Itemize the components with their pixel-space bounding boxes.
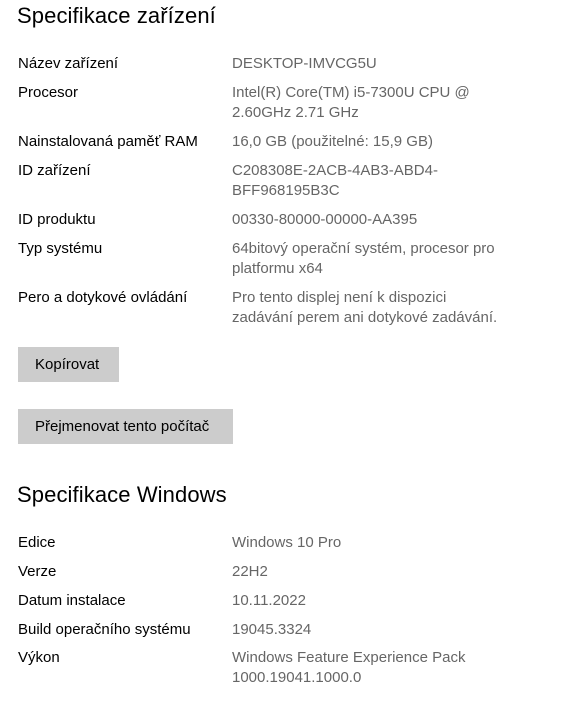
spec-row-os-build: Build operačního systému 19045.3324 bbox=[18, 620, 311, 640]
spec-value: Intel(R) Core(TM) i5-7300U CPU @ 2.60GHz… bbox=[232, 84, 470, 121]
spec-row-device-name: Název zařízení DESKTOP-IMVCG5U bbox=[18, 54, 377, 74]
device-specs-title: Specifikace zařízení bbox=[17, 3, 216, 28]
spec-value: 10.11.2022 bbox=[232, 592, 306, 609]
spec-label: Edice bbox=[18, 534, 56, 551]
spec-value: DESKTOP-IMVCG5U bbox=[232, 55, 377, 72]
spec-value: 16,0 GB (použitelné: 15,9 GB) bbox=[232, 133, 433, 150]
spec-label: Build operačního systému bbox=[18, 621, 191, 638]
spec-label: Typ systému bbox=[18, 240, 103, 257]
spec-row-processor: Procesor Intel(R) Core(TM) i5-7300U CPU … bbox=[18, 83, 470, 123]
spec-value: Windows Feature Experience Pack 1000.190… bbox=[232, 649, 466, 686]
spec-label: Název zařízení bbox=[18, 55, 119, 72]
windows-specs-title: Specifikace Windows bbox=[17, 482, 227, 507]
spec-value: 22H2 bbox=[232, 563, 268, 580]
spec-label: Datum instalace bbox=[18, 592, 126, 609]
spec-value: 64bitový operační systém, procesor pro p… bbox=[232, 240, 495, 277]
spec-row-product-id: ID produktu 00330-80000-00000-AA395 bbox=[18, 210, 417, 230]
spec-label: Verze bbox=[18, 563, 57, 580]
spec-label: Výkon bbox=[18, 649, 60, 666]
spec-label: Procesor bbox=[18, 84, 79, 101]
spec-value: Windows 10 Pro bbox=[232, 534, 342, 551]
spec-row-ram: Nainstalovaná paměť RAM 16,0 GB (použite… bbox=[18, 132, 433, 152]
spec-row-experience: Výkon Windows Feature Experience Pack 10… bbox=[18, 648, 465, 688]
spec-label: Pero a dotykové ovládání bbox=[18, 289, 188, 306]
about-settings-page: Specifikace zařízení Název zařízení DESK… bbox=[0, 0, 581, 701]
spec-row-system-type: Typ systému 64bitový operační systém, pr… bbox=[18, 239, 495, 279]
spec-value: 19045.3324 bbox=[232, 621, 312, 638]
spec-row-edition: Edice Windows 10 Pro bbox=[18, 533, 341, 553]
spec-value: 00330-80000-00000-AA395 bbox=[232, 211, 418, 228]
spec-label: Nainstalovaná paměť RAM bbox=[18, 133, 198, 150]
spec-row-version: Verze 22H2 bbox=[18, 562, 268, 582]
rename-pc-button[interactable]: Přejmenovat tento počítač bbox=[18, 409, 233, 444]
copy-button[interactable]: Kopírovat bbox=[18, 347, 119, 382]
spec-value: Pro tento displej není k dispozici zadáv… bbox=[232, 289, 498, 326]
spec-value: C208308E-2ACB-4AB3-ABD4- BFF968195B3C bbox=[232, 162, 438, 199]
spec-row-pen-touch: Pero a dotykové ovládání Pro tento displ… bbox=[18, 288, 497, 328]
spec-row-install-date: Datum instalace 10.11.2022 bbox=[18, 591, 306, 611]
spec-label: ID produktu bbox=[18, 211, 96, 228]
spec-row-device-id: ID zařízení C208308E-2ACB-4AB3-ABD4- BFF… bbox=[18, 161, 438, 201]
spec-label: ID zařízení bbox=[18, 162, 91, 179]
